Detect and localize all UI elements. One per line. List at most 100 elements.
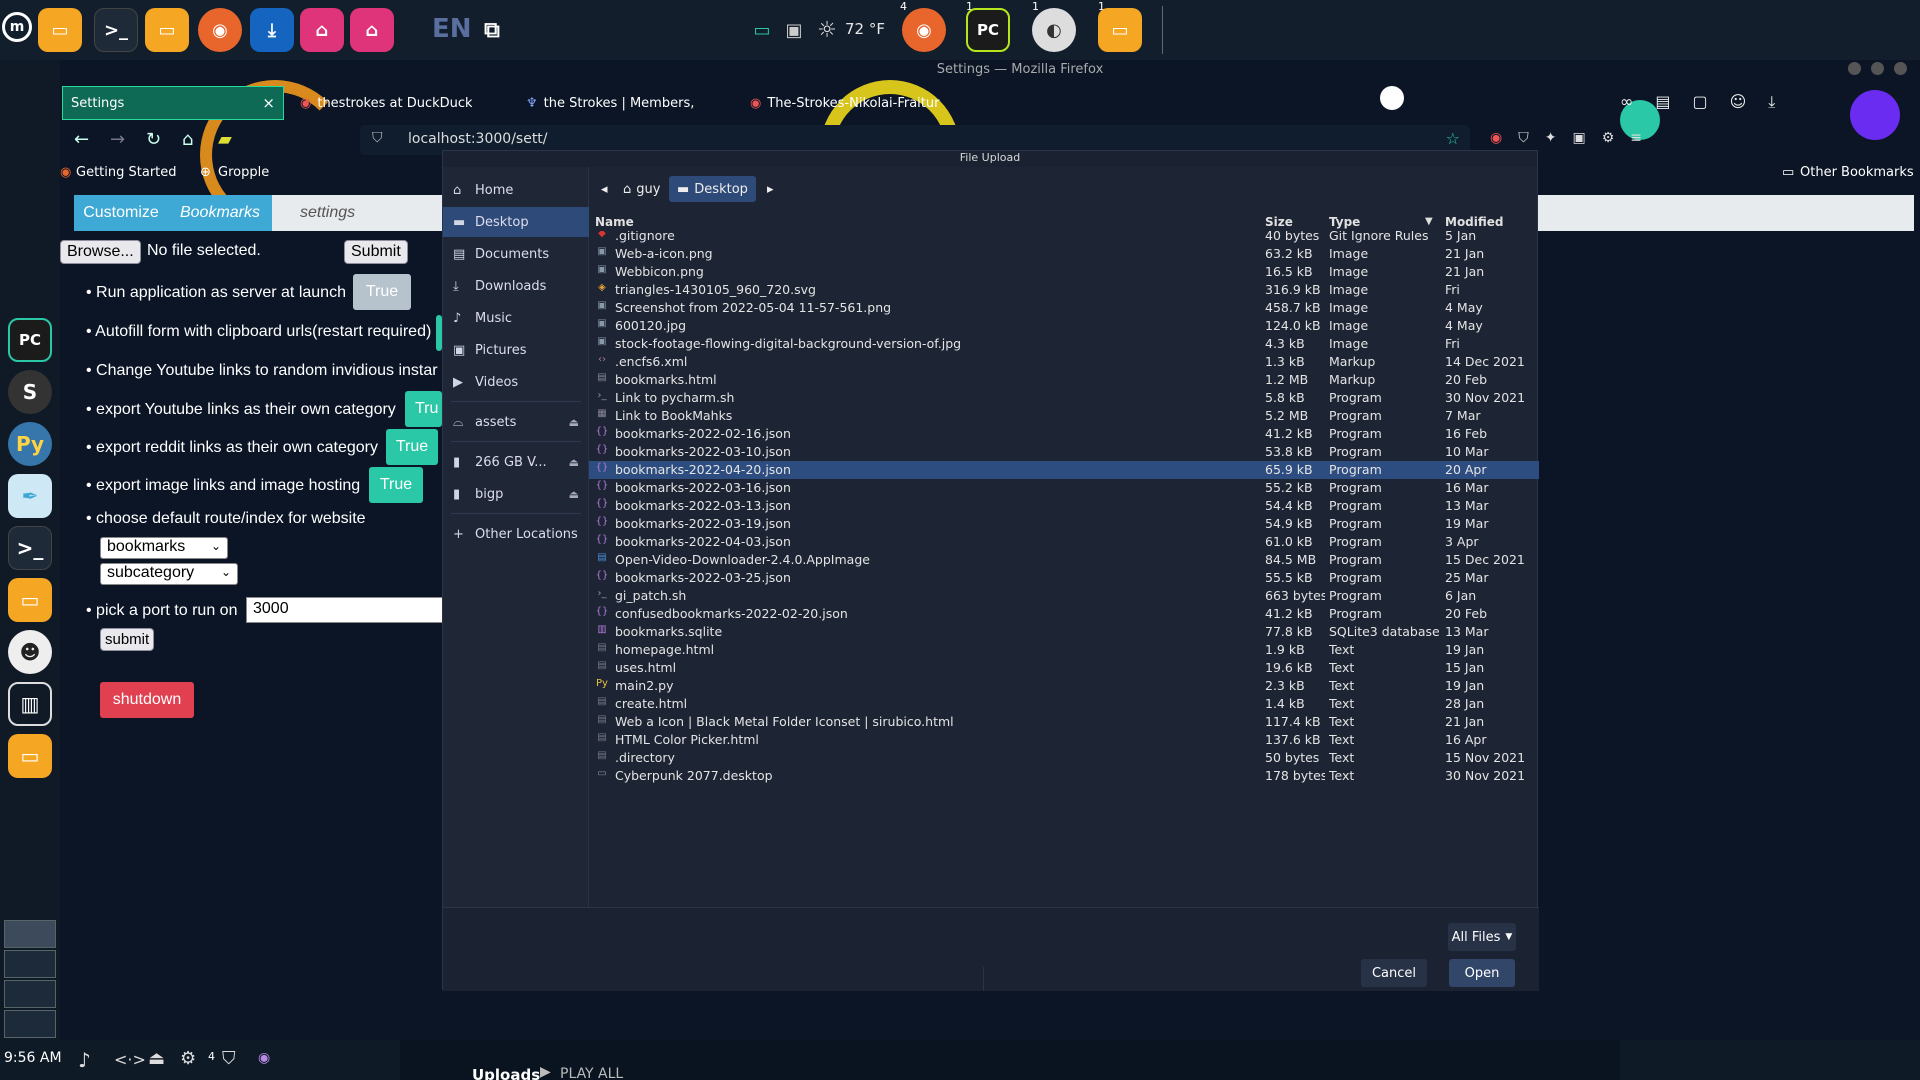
toggle-button[interactable]: True (386, 429, 438, 465)
workspace-1[interactable] (4, 920, 56, 948)
file-row[interactable]: ›_ gi_patch.sh 663 bytes Program 6 Jan (589, 587, 1539, 605)
extension-icon[interactable]: ∞ (1620, 92, 1633, 112)
place-other-locations[interactable]: + Other Locations (443, 519, 589, 549)
reload-icon[interactable]: ↻ (146, 129, 161, 150)
path-forward-icon[interactable]: ▸ (759, 176, 782, 202)
open-button[interactable]: Open (1449, 959, 1515, 987)
close-window-button[interactable] (1894, 62, 1907, 75)
file-row[interactable]: {} bookmarks-2022-03-13.json 54.4 kB Progra… (589, 497, 1539, 515)
tab-strokes-nikolai[interactable]: ◉ The-Strokes-Nikolai-Fraitur × (742, 86, 942, 120)
file-row[interactable]: {} confusedbookmarks-2022-02-20.json 41.2 … (589, 605, 1539, 623)
back-icon[interactable]: ← (74, 129, 89, 150)
browse-button[interactable]: Browse... (60, 240, 141, 264)
col-modified[interactable]: Modified (1445, 215, 1504, 229)
python-icon[interactable]: Py (8, 422, 52, 466)
uploads-tab[interactable]: Uploads (472, 1066, 540, 1080)
eject-icon[interactable]: ⏏ (569, 456, 579, 469)
file-row[interactable]: {} bookmarks-2022-04-03.json 61.0 kB Progra… (589, 533, 1539, 551)
port-input[interactable]: 3000 (246, 597, 446, 623)
place-assets[interactable]: ⌓ assets ⏏ (443, 407, 589, 437)
app-icon[interactable]: ◐ (1032, 8, 1076, 52)
file-row[interactable]: ◆ .gitignore 40 bytes Git Ignore Rules 5 Jan (589, 231, 1539, 245)
file-row[interactable]: {} bookmarks-2022-03-16.json 55.2 kB Progra… (589, 479, 1539, 497)
file-filter-select[interactable]: All Files ▼ (1448, 923, 1516, 951)
home-icon[interactable]: ⌂ (182, 129, 193, 150)
file-row[interactable]: ▤ create.html 1.4 kB Text 28 Jan (589, 695, 1539, 713)
language-indicator[interactable]: EN (432, 14, 472, 44)
file-row[interactable]: {} bookmarks-2022-04-20.json 65.9 kB Progra… (589, 461, 1539, 479)
music-icon[interactable]: ♪ (78, 1048, 91, 1072)
workspace-3[interactable] (4, 980, 56, 1008)
file-row[interactable]: ◈ triangles-1430105_960_720.svg 316.9 kB Im… (589, 281, 1539, 299)
tab-strokes-members[interactable]: ♆ the Strokes | Members, Alb × (518, 86, 698, 120)
other-bookmarks[interactable]: Other Bookmarks (1800, 165, 1914, 180)
maximize-button[interactable] (1871, 62, 1884, 75)
tab-settings[interactable]: Settings × (62, 86, 284, 120)
file-row[interactable]: ▣ 600120.jpg 124.0 kB Image 4 May (589, 317, 1539, 335)
extension-icon[interactable]: ▣ (1572, 130, 1585, 146)
window-switch-icon[interactable]: ⧉ (470, 8, 514, 52)
network-icon[interactable]: <·> (114, 1050, 146, 1069)
col-name[interactable]: Name (595, 215, 634, 229)
place-pictures[interactable]: ▣ Pictures (443, 335, 589, 365)
toggle-button[interactable]: True (369, 467, 423, 503)
folder-icon[interactable]: ▭ (8, 734, 52, 778)
updates-icon[interactable]: ⚙ (180, 1048, 196, 1069)
cast-icon[interactable]: ▢ (1692, 92, 1707, 112)
bookmark-getting-started[interactable]: Getting Started (76, 165, 177, 180)
folder-icon[interactable]: ▭ (8, 578, 52, 622)
shield-icon[interactable]: ⛉ (372, 130, 383, 146)
col-type[interactable]: Type (1329, 215, 1360, 229)
file-row[interactable]: ▤ uses.html 19.6 kB Text 15 Jan (589, 659, 1539, 677)
clock[interactable]: 9:56 AM (4, 1050, 62, 1066)
pycharm-icon[interactable]: PC (966, 8, 1010, 52)
ublock-icon[interactable]: ◉ (1490, 130, 1502, 146)
file-row[interactable]: ▤ HTML Color Picker.html 137.6 kB Text 16 Ap… (589, 731, 1539, 749)
shop-icon[interactable]: ⌂ (300, 8, 344, 52)
sort-chevron-icon[interactable]: ▼ (1425, 216, 1433, 227)
download-manager-icon[interactable]: ⤓ (250, 8, 294, 52)
firefox-icon[interactable]: ◉ (902, 8, 946, 52)
file-row[interactable]: ›_ Link to pycharm.sh 5.8 kB Program 30 Nov … (589, 389, 1539, 407)
file-row[interactable]: ▥ bookmarks.sqlite 77.8 kB SQLite3 database… (589, 623, 1539, 641)
minimize-button[interactable] (1848, 62, 1861, 75)
extension-icon[interactable]: ✦ (1545, 130, 1557, 146)
file-row[interactable]: ▤ Open-Video-Downloader-2.4.0.AppImage 84.… (589, 551, 1539, 569)
file-row[interactable]: ▤ bookmarks.html 1.2 MB Markup 20 Feb (589, 371, 1539, 389)
file-row[interactable]: {} bookmarks-2022-03-10.json 53.8 kB Progra… (589, 443, 1539, 461)
cancel-button[interactable]: Cancel (1361, 959, 1427, 987)
mint-menu-icon[interactable]: m (2, 12, 32, 42)
star-icon[interactable]: ☆ (1446, 129, 1460, 148)
extension-icon[interactable]: ▰ (218, 129, 232, 150)
menu-icon[interactable]: ≡ (1630, 130, 1642, 146)
shield-icon[interactable]: ⛉ (222, 1048, 236, 1069)
downloads-icon[interactable]: ⤓ (1768, 92, 1775, 112)
bookmark-gropple[interactable]: Gropple (218, 165, 269, 180)
close-tab-icon[interactable]: × (256, 94, 275, 112)
firefox-icon[interactable]: ◉ (198, 8, 242, 52)
close-tab-icon[interactable]: × (939, 94, 942, 112)
path-guy[interactable]: ⌂ guy (615, 176, 668, 202)
folder-icon[interactable]: ▭ (145, 8, 189, 52)
file-row[interactable]: ▣ stock-footage-flowing-digital-backgroun… (589, 335, 1539, 353)
file-row[interactable]: ▭ Cyberpunk 2077.desktop 178 bytes Text 30 N… (589, 767, 1539, 785)
file-row[interactable]: {} bookmarks-2022-02-16.json 41.2 kB Progra… (589, 425, 1539, 443)
file-row[interactable]: ▣ Screenshot from 2022-05-04 11-57-561.pn… (589, 299, 1539, 317)
crumb-customize[interactable]: Customize (74, 195, 168, 231)
route-select[interactable]: bookmarks ⌄ (100, 537, 228, 559)
privacy-icon[interactable]: ⛉ (1518, 130, 1529, 146)
terminal-icon[interactable]: >_ (94, 8, 138, 52)
workspace-4[interactable] (4, 1010, 56, 1038)
path-desktop[interactable]: ▬ Desktop (669, 176, 756, 202)
s-app-icon[interactable]: S (8, 370, 52, 414)
eject-icon[interactable]: ⏏ (569, 488, 579, 501)
play-icon[interactable]: ▶ (540, 1064, 551, 1080)
file-row[interactable]: ▤ Web a Icon | Black Metal Folder Iconset… (589, 713, 1539, 731)
place-266gb[interactable]: ▮ 266 GB V... ⏏ (443, 447, 589, 477)
weather-icon[interactable]: ☼ (812, 8, 842, 52)
forward-icon[interactable]: → (110, 129, 125, 150)
place-desktop[interactable]: ▬ Desktop (443, 207, 589, 237)
weather-temp[interactable]: 72 °F (845, 20, 885, 38)
drive-icon[interactable]: ▣ (782, 8, 806, 52)
file-row[interactable]: {} bookmarks-2022-03-19.json 54.9 kB Progra… (589, 515, 1539, 533)
